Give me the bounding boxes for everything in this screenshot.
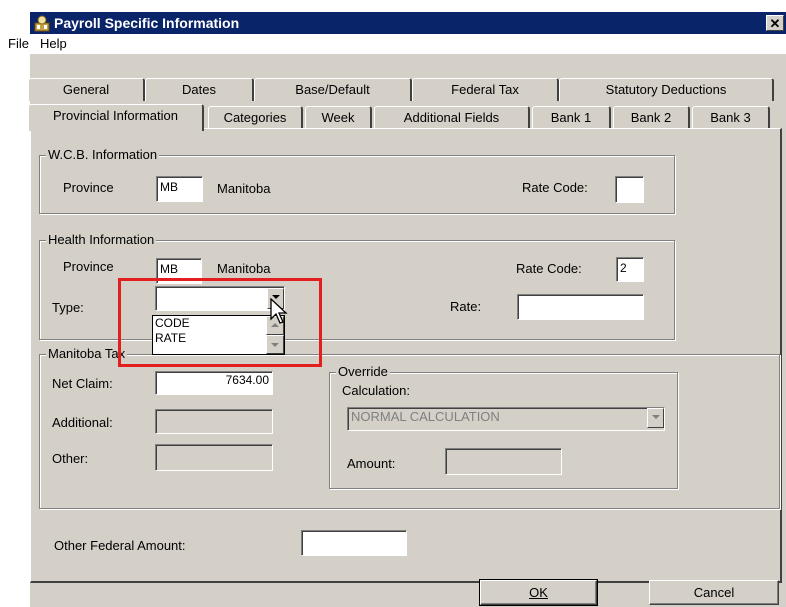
calculation-dropdown-button[interactable]: [647, 408, 664, 428]
list-scroll-up[interactable]: [266, 316, 284, 335]
type-options-list: CODE RATE: [152, 315, 285, 355]
window-title: Payroll Specific Information: [54, 15, 240, 31]
override-amount-label: Amount:: [347, 456, 396, 471]
other-federal-input[interactable]: [301, 530, 407, 556]
ok-button[interactable]: OK: [479, 579, 598, 606]
tab-dates[interactable]: Dates: [145, 78, 254, 101]
health-type-label: Type:: [52, 300, 84, 315]
manitoba-tax-group: Manitoba Tax Net Claim: 7634.00 Addition…: [39, 346, 780, 509]
chevron-down-icon: [271, 343, 279, 347]
wcb-province-label: Province: [63, 180, 114, 195]
tab-federal-tax[interactable]: Federal Tax: [412, 78, 559, 101]
wcb-rate-code-input[interactable]: [615, 176, 644, 203]
health-group: Health Information Province MB Manitoba …: [39, 232, 675, 340]
ok-button-label: OK: [529, 585, 548, 600]
tab-bank-3[interactable]: Bank 3: [692, 106, 770, 129]
health-type-select[interactable]: [155, 286, 285, 311]
other-input[interactable]: [155, 444, 273, 471]
wcb-province-input[interactable]: MB: [156, 176, 203, 202]
calculation-value: NORMAL CALCULATION: [351, 409, 500, 424]
wcb-group: W.C.B. Information Province MB Manitoba …: [39, 147, 675, 214]
manitoba-tax-legend: Manitoba Tax: [46, 346, 128, 361]
type-option-rate[interactable]: RATE: [153, 331, 284, 346]
health-rate-code-input[interactable]: 2: [616, 257, 644, 282]
type-option-code[interactable]: CODE: [153, 316, 284, 331]
net-claim-label: Net Claim:: [52, 376, 113, 391]
tab-categories[interactable]: Categories: [208, 106, 303, 129]
tab-general[interactable]: General: [28, 78, 145, 101]
health-legend: Health Information: [46, 232, 157, 247]
calculation-label: Calculation:: [342, 383, 410, 398]
wcb-legend: W.C.B. Information: [46, 147, 160, 162]
health-rate-input[interactable]: [517, 294, 644, 320]
chevron-down-icon: [272, 295, 280, 299]
title-bar: Payroll Specific Information ✕: [30, 12, 786, 34]
cancel-button[interactable]: Cancel: [649, 580, 779, 605]
net-claim-input[interactable]: 7634.00: [155, 371, 273, 395]
calculation-select[interactable]: NORMAL CALCULATION: [347, 407, 665, 431]
provincial-tab-panel: W.C.B. Information Province MB Manitoba …: [30, 128, 782, 583]
override-group: Override Calculation: NORMAL CALCULATION…: [329, 364, 678, 489]
health-province-label: Province: [63, 259, 114, 274]
health-rate-label: Rate:: [450, 299, 482, 314]
override-legend: Override: [336, 364, 390, 379]
tab-week[interactable]: Week: [305, 106, 372, 129]
tab-provincial-information[interactable]: Provincial Information: [28, 104, 204, 131]
cancel-button-label: Cancel: [693, 585, 735, 600]
chevron-down-icon: [652, 415, 660, 419]
tab-additional-fields[interactable]: Additional Fields: [374, 106, 530, 129]
menu-help[interactable]: Help: [40, 36, 67, 51]
other-label: Other:: [52, 451, 89, 466]
chevron-up-icon: [271, 323, 279, 327]
additional-input[interactable]: [155, 409, 273, 434]
other-federal-label: Other Federal Amount:: [54, 538, 186, 553]
payroll-window: Payroll Specific Information ✕ File Help…: [8, 12, 786, 607]
tab-bank-2[interactable]: Bank 2: [613, 106, 690, 129]
menu-file[interactable]: File: [8, 36, 29, 51]
menu-bar: File Help: [8, 34, 786, 54]
close-button[interactable]: ✕: [766, 15, 784, 31]
payroll-app-icon: [34, 15, 50, 32]
tab-base-default[interactable]: Base/Default: [254, 78, 412, 101]
wcb-province-name: Manitoba: [217, 181, 271, 196]
health-rate-code-label: Rate Code:: [516, 261, 582, 276]
health-province-input[interactable]: MB: [156, 258, 202, 284]
health-province-name: Manitoba: [217, 261, 271, 276]
tab-statutory-deductions[interactable]: Statutory Deductions: [559, 78, 774, 101]
override-amount-input[interactable]: [445, 448, 562, 475]
list-scroll-down[interactable]: [266, 335, 284, 354]
tab-bank-1[interactable]: Bank 1: [532, 106, 611, 129]
wcb-rate-code-label: Rate Code:: [522, 180, 588, 195]
additional-label: Additional:: [52, 415, 113, 430]
type-dropdown-button[interactable]: [267, 288, 284, 309]
